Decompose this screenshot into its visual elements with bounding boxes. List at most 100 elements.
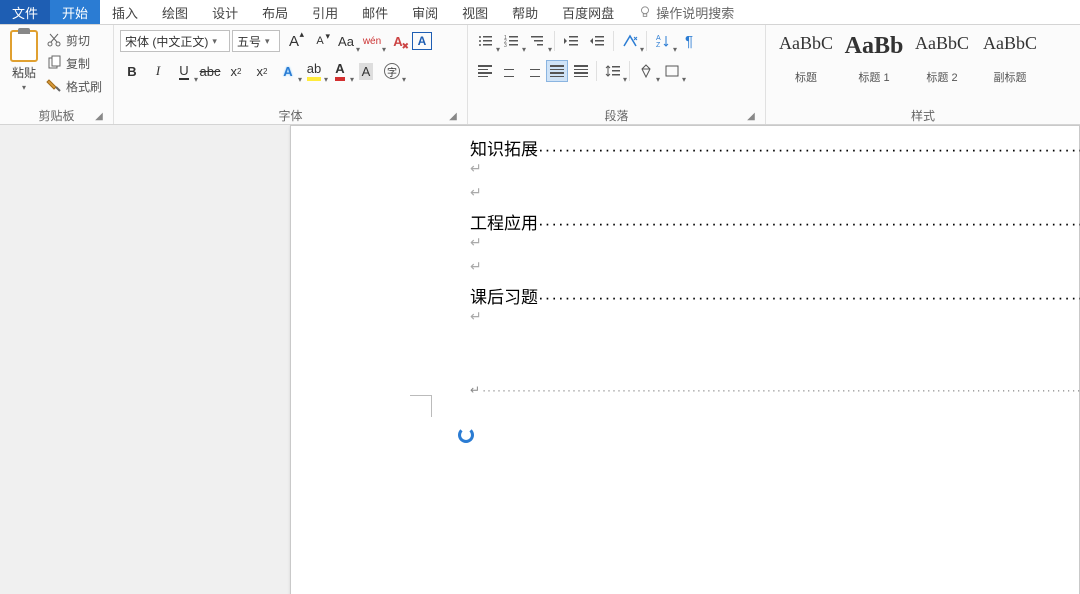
toc-entry: 工程应用 ···································… [470,209,1080,234]
clipboard-group-label: 剪贴板 [38,107,74,124]
svg-text:A: A [656,35,661,42]
text-effects-button[interactable]: A [276,59,300,83]
toc-entry: 知识拓展 ···································… [470,135,1080,160]
superscript-button[interactable]: x2 [250,59,274,83]
toc-entry: 课后习题 ···································… [470,283,1080,308]
style-card[interactable]: AaBbC副标题 [976,28,1044,90]
font-name-combo[interactable]: 宋体 (中文正文)▾ [120,30,230,52]
increase-indent-button[interactable] [585,29,609,53]
style-card[interactable]: AaBbC 标题 [772,28,840,90]
svg-text:3: 3 [504,43,507,48]
style-name: 标题 [795,69,817,85]
style-sample: AaBbC [779,33,833,54]
lightbulb-icon [638,5,652,19]
return-mark-icon: ↵ [470,259,482,276]
cut-button[interactable]: 剪切 [46,30,102,50]
tab-insert[interactable]: 插入 [100,0,150,24]
copy-button[interactable]: 复制 [46,53,102,73]
clipboard-launcher[interactable]: ◢ [93,110,105,122]
change-case-button[interactable]: Aa [334,29,358,53]
toc-title: 知识拓展 [470,135,538,160]
strikethrough-button[interactable]: abc [198,59,222,83]
enclose-chars-button[interactable]: 字 [380,59,404,83]
bullets-button[interactable] [474,29,498,53]
copy-icon [46,55,62,71]
tab-references[interactable]: 引用 [300,0,350,24]
document-area[interactable]: 知识拓展 ···································… [0,125,1080,594]
align-distributed-button[interactable] [570,60,592,82]
phonetic-guide-button[interactable]: wén [360,29,384,53]
return-mark-icon: ↵ [470,235,482,252]
tab-help[interactable]: 帮助 [500,0,550,24]
tab-design[interactable]: 设计 [200,0,250,24]
font-size-value: 五号 [237,33,261,50]
scissors-icon [46,32,62,48]
sort-button[interactable]: AZ [651,29,675,53]
align-left-button[interactable] [474,60,496,82]
tab-file[interactable]: 文件 [0,0,50,24]
group-paragraph: 123 AZ ¶ [468,25,766,124]
show-marks-button[interactable]: ¶ [677,29,701,53]
underline-button[interactable]: U [172,59,196,83]
line-spacing-button[interactable] [601,59,625,83]
tab-view[interactable]: 视图 [450,0,500,24]
style-card[interactable]: AaBbC 标题 2 [908,28,976,90]
tab-baidu[interactable]: 百度网盘 [550,0,626,24]
tell-me-search[interactable]: 操作说明搜索 [626,0,746,24]
toc-leader: ········································… [538,140,1080,160]
italic-button[interactable]: I [146,59,170,83]
style-sample: AaBbC [915,33,969,54]
toc-title: 课后习题 [470,283,538,308]
bold-button[interactable]: B [120,59,144,83]
style-name: 标题 1 [858,69,889,85]
styles-gallery[interactable]: AaBbC 标题 AaBb 标题 1 AaBbC 标题 2 AaBbC副标题 [772,28,1044,90]
tab-mail[interactable]: 邮件 [350,0,400,24]
grow-font-button[interactable]: A▴ [282,29,306,53]
tell-me-label: 操作说明搜索 [656,3,734,22]
font-size-combo[interactable]: 五号▾ [232,30,280,52]
font-color-button[interactable]: A [328,59,352,83]
style-card[interactable]: AaBb 标题 1 [840,28,908,90]
char-shading-button[interactable]: A [354,59,378,83]
tab-layout[interactable]: 布局 [250,0,300,24]
subscript-button[interactable]: x2 [224,59,248,83]
char-border-button[interactable]: A [412,32,432,50]
section-break: ↵ ······································… [470,339,1080,441]
format-painter-button[interactable]: 格式刷 [46,76,102,96]
tab-review[interactable]: 审阅 [400,0,450,24]
group-styles: AaBbC 标题 AaBb 标题 1 AaBbC 标题 2 AaBbC副标题 样式 [766,25,1080,124]
paragraph-launcher[interactable]: ◢ [745,110,757,122]
font-name-value: 宋体 (中文正文) [125,33,208,50]
return-mark-icon: ↵ [470,161,482,178]
group-font: 宋体 (中文正文)▾ 五号▾ A▴ A▾ Aa wén A✖ A B I U [114,25,468,124]
style-sample: AaBb [845,33,904,60]
highlight-button[interactable]: ab [302,59,326,83]
paste-icon[interactable] [10,30,38,62]
style-name: 标题 2 [926,69,957,85]
toc-leader: ········································… [538,214,1080,234]
tab-draw[interactable]: 绘图 [150,0,200,24]
cut-label: 剪切 [66,32,90,49]
return-mark-icon: ↵ [470,185,482,202]
shrink-font-button[interactable]: A▾ [308,29,332,53]
svg-text:Z: Z [656,42,661,48]
align-justify-button[interactable] [546,60,568,82]
group-clipboard: 粘贴 ▾ 剪切 复制 格式刷 剪贴板 ◢ [0,25,114,124]
toc-title: 工程应用 [470,209,538,234]
asian-layout-button[interactable] [618,29,642,53]
tab-home[interactable]: 开始 [50,0,100,24]
return-mark-icon: ↵ [470,309,482,326]
align-center-button[interactable] [498,60,520,82]
shading-button[interactable] [634,59,658,83]
decrease-indent-button[interactable] [559,29,583,53]
clear-formatting-button[interactable]: A✖ [386,29,410,53]
style-name: 副标题 [994,69,1027,85]
align-right-button[interactable] [522,60,544,82]
borders-button[interactable] [660,59,684,83]
numbering-button[interactable]: 123 [500,29,524,53]
brush-icon [46,78,62,94]
styles-group-label: 样式 [911,107,935,124]
multilevel-list-button[interactable] [526,29,550,53]
font-launcher[interactable]: ◢ [447,110,459,122]
paste-label: 粘贴 [12,64,36,81]
